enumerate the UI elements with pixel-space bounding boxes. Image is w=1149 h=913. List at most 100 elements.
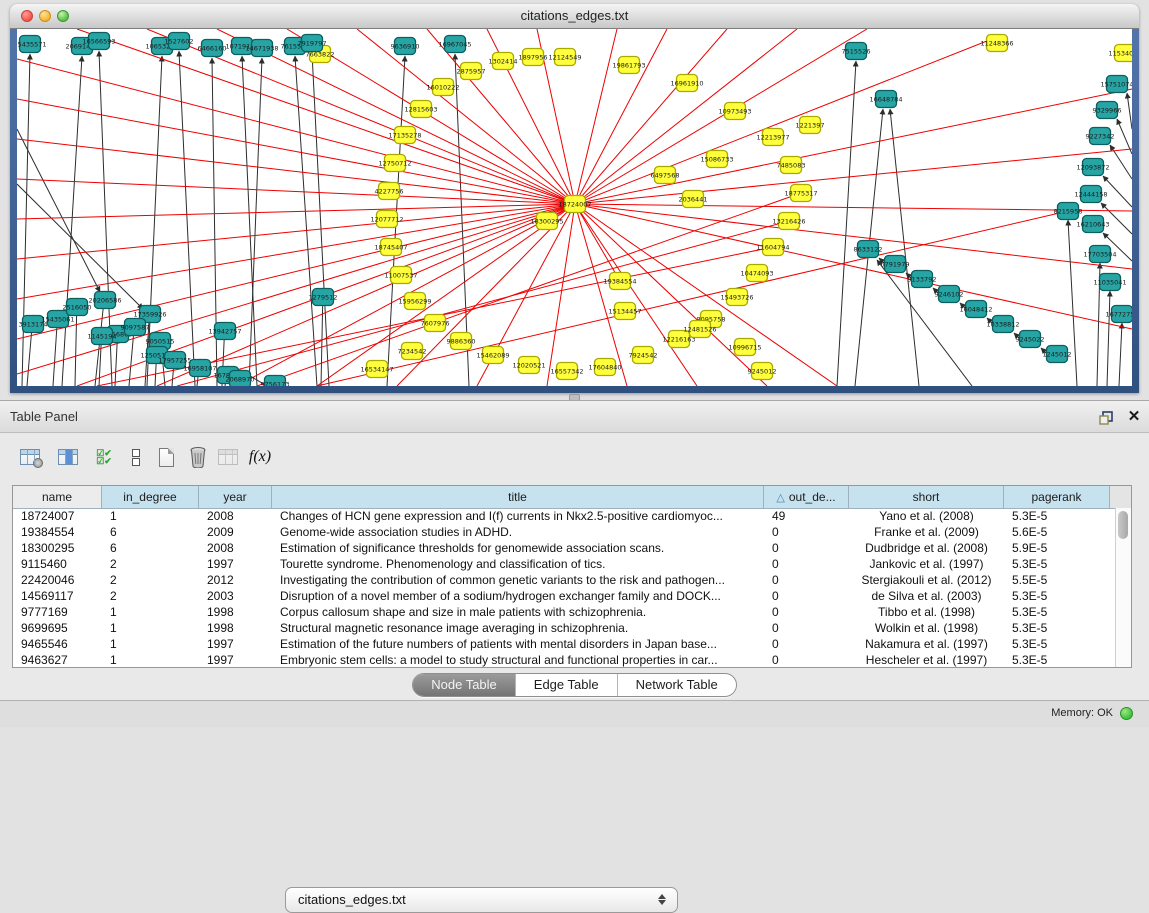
table-row[interactable]: 1938455462009Genome-wide association stu… bbox=[13, 524, 1116, 540]
table-cell[interactable]: Franke et al. (2009) bbox=[849, 524, 1004, 540]
table-cell[interactable]: 14569117 bbox=[13, 588, 102, 604]
table-cell[interactable]: Genome-wide association studies in ADHD. bbox=[272, 524, 764, 540]
table-cell[interactable]: 5.3E-5 bbox=[1004, 636, 1110, 652]
column-header-out_de[interactable]: △out_de... bbox=[764, 486, 849, 508]
table-row[interactable]: 977716911998Corpus callosum shape and si… bbox=[13, 604, 1116, 620]
zoom-window-button[interactable] bbox=[57, 10, 69, 22]
table-cell[interactable]: 0 bbox=[764, 572, 849, 588]
window-titlebar[interactable]: citations_edges.txt bbox=[10, 4, 1139, 29]
network-canvas[interactable]: 1872400712124549198617931696191010973493… bbox=[17, 29, 1132, 386]
table-cell[interactable]: 1998 bbox=[199, 620, 272, 636]
table-cell[interactable]: 9115460 bbox=[13, 556, 102, 572]
table-cell[interactable]: 1 bbox=[102, 620, 199, 636]
table-settings-button[interactable] bbox=[16, 442, 44, 472]
minimize-window-button[interactable] bbox=[39, 10, 51, 22]
table-cell[interactable]: 18724007 bbox=[13, 508, 102, 524]
citation-graph[interactable]: 1872400712124549198617931696191010973493… bbox=[17, 29, 1132, 386]
table-cell[interactable]: Corpus callosum shape and size in male p… bbox=[272, 604, 764, 620]
table-cell[interactable]: 5.3E-5 bbox=[1004, 588, 1110, 604]
delete-column-button[interactable] bbox=[184, 442, 212, 472]
column-header-in_degree[interactable]: in_degree bbox=[102, 486, 199, 508]
new-column-button[interactable] bbox=[152, 442, 180, 472]
table-cell[interactable]: Estimation of the future numbers of pati… bbox=[272, 636, 764, 652]
table-cell[interactable]: 0 bbox=[764, 604, 849, 620]
column-header-short[interactable]: short bbox=[849, 486, 1004, 508]
table-cell[interactable]: 0 bbox=[764, 652, 849, 667]
table-cell[interactable]: 0 bbox=[764, 620, 849, 636]
table-cell[interactable]: Tibbo et al. (1998) bbox=[849, 604, 1004, 620]
column-visibility-button[interactable] bbox=[54, 442, 82, 472]
table-cell[interactable]: 5.3E-5 bbox=[1004, 604, 1110, 620]
table-cell[interactable]: 0 bbox=[764, 556, 849, 572]
table-cell[interactable]: 2003 bbox=[199, 588, 272, 604]
table-cell[interactable]: 0 bbox=[764, 588, 849, 604]
close-window-button[interactable] bbox=[21, 10, 33, 22]
table-cell[interactable]: 22420046 bbox=[13, 572, 102, 588]
table-cell[interactable]: 2009 bbox=[199, 524, 272, 540]
table-cell[interactable]: 5.3E-5 bbox=[1004, 652, 1110, 667]
table-cell[interactable]: Jankovic et al. (1997) bbox=[849, 556, 1004, 572]
table-cell[interactable]: de Silva et al. (2003) bbox=[849, 588, 1004, 604]
table-cell[interactable]: Structural magnetic resonance image aver… bbox=[272, 620, 764, 636]
vertical-scrollbar[interactable] bbox=[1115, 508, 1131, 667]
table-cell[interactable]: Disruption of a novel member of a sodium… bbox=[272, 588, 764, 604]
selection-mode-button[interactable]: ☑✔☑✔ bbox=[90, 442, 118, 472]
table-cell[interactable]: 9777169 bbox=[13, 604, 102, 620]
table-row[interactable]: 969969511998Structural magnetic resonanc… bbox=[13, 620, 1116, 636]
table-cell[interactable]: 9465546 bbox=[13, 636, 102, 652]
table-cell[interactable]: Wolkin et al. (1998) bbox=[849, 620, 1004, 636]
table-cell[interactable]: 1 bbox=[102, 636, 199, 652]
table-cell[interactable]: 1997 bbox=[199, 556, 272, 572]
table-cell[interactable]: 5.3E-5 bbox=[1004, 508, 1110, 524]
column-header-pagerank[interactable]: pagerank bbox=[1004, 486, 1110, 508]
scrollbar-thumb[interactable] bbox=[1118, 511, 1128, 539]
close-panel-icon[interactable]: ✕ bbox=[1126, 407, 1142, 427]
table-cell[interactable]: Embryonic stem cells: a model to study s… bbox=[272, 652, 764, 667]
table-cell[interactable]: 9699695 bbox=[13, 620, 102, 636]
tab-node-table[interactable]: Node Table bbox=[413, 674, 516, 696]
table-cell[interactable]: 2012 bbox=[199, 572, 272, 588]
table-cell[interactable]: Estimation of significance thresholds fo… bbox=[272, 540, 764, 556]
table-cell[interactable]: Yano et al. (2008) bbox=[849, 508, 1004, 524]
table-row[interactable]: 1830029562008Estimation of significance … bbox=[13, 540, 1116, 556]
column-header-name[interactable]: name bbox=[13, 486, 102, 508]
table-cell[interactable]: Investigating the contribution of common… bbox=[272, 572, 764, 588]
table-cell[interactable]: 1997 bbox=[199, 636, 272, 652]
table-cell[interactable]: 6 bbox=[102, 524, 199, 540]
table-cell[interactable]: 9463627 bbox=[13, 652, 102, 667]
table-cell[interactable]: 0 bbox=[764, 524, 849, 540]
table-cell[interactable]: 5.5E-5 bbox=[1004, 572, 1110, 588]
column-header-title[interactable]: title bbox=[272, 486, 764, 508]
tab-network-table[interactable]: Network Table bbox=[618, 674, 736, 696]
row-boxes-button[interactable] bbox=[122, 442, 150, 472]
table-cell[interactable]: Dudbridge et al. (2008) bbox=[849, 540, 1004, 556]
column-header-year[interactable]: year bbox=[199, 486, 272, 508]
table-cell[interactable]: 49 bbox=[764, 508, 849, 524]
table-cell[interactable]: 5.3E-5 bbox=[1004, 620, 1110, 636]
table-row[interactable]: 946362711997Embryonic stem cells: a mode… bbox=[13, 652, 1116, 667]
table-cell[interactable]: 1998 bbox=[199, 604, 272, 620]
tab-edge-table[interactable]: Edge Table bbox=[516, 674, 618, 696]
table-cell[interactable]: 5.9E-5 bbox=[1004, 540, 1110, 556]
table-cell[interactable]: 1 bbox=[102, 604, 199, 620]
table-row[interactable]: 1872400712008Changes of HCN gene express… bbox=[13, 508, 1116, 524]
table-cell[interactable]: Changes of HCN gene expression and I(f) … bbox=[272, 508, 764, 524]
table-cell[interactable]: 5.3E-5 bbox=[1004, 556, 1110, 572]
table-cell[interactable]: 2 bbox=[102, 572, 199, 588]
table-cell[interactable]: Tourette syndrome. Phenomenology and cla… bbox=[272, 556, 764, 572]
table-row[interactable]: 2242004622012Investigating the contribut… bbox=[13, 572, 1116, 588]
float-panel-icon[interactable] bbox=[1097, 409, 1115, 427]
table-cell[interactable]: 0 bbox=[764, 540, 849, 556]
table-cell[interactable]: 0 bbox=[764, 636, 849, 652]
table-cell[interactable]: 2 bbox=[102, 556, 199, 572]
table-cell[interactable]: 5.6E-5 bbox=[1004, 524, 1110, 540]
delete-table-button[interactable] bbox=[214, 442, 242, 472]
table-row[interactable]: 946554611997Estimation of the future num… bbox=[13, 636, 1116, 652]
table-cell[interactable]: 18300295 bbox=[13, 540, 102, 556]
table-cell[interactable]: 2 bbox=[102, 588, 199, 604]
table-row[interactable]: 911546021997Tourette syndrome. Phenomeno… bbox=[13, 556, 1116, 572]
table-cell[interactable]: 2008 bbox=[199, 540, 272, 556]
table-cell[interactable]: Nakamura et al. (1997) bbox=[849, 636, 1004, 652]
table-cell[interactable]: 1 bbox=[102, 508, 199, 524]
table-row[interactable]: 1456911722003Disruption of a novel membe… bbox=[13, 588, 1116, 604]
